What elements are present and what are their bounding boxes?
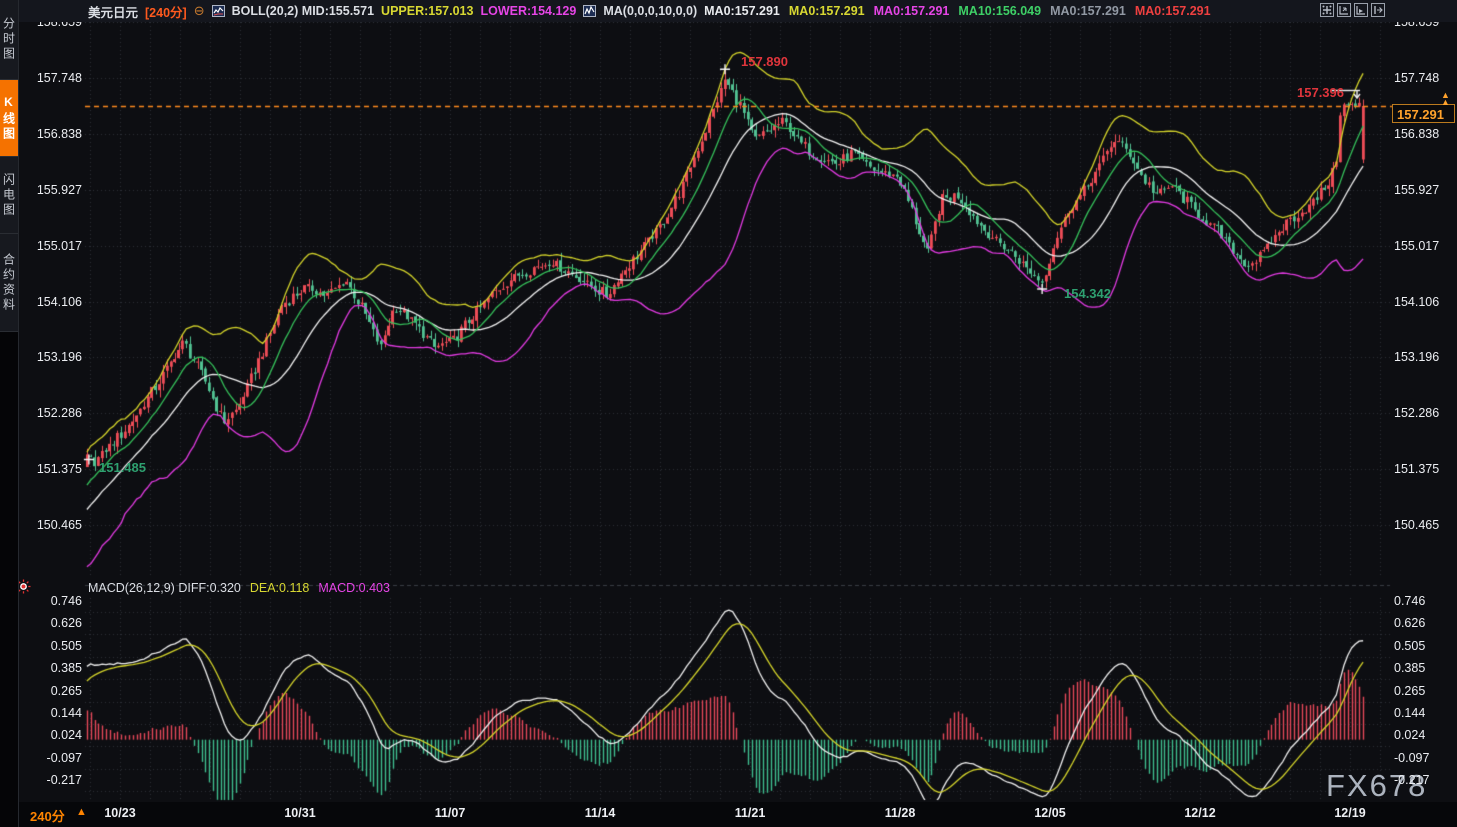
macd-tick-right: 0.024: [1394, 728, 1425, 742]
macd-name: MACD(26,12,9) DIFF:0.320: [88, 581, 241, 595]
price-tick-left: 152.286: [20, 406, 82, 420]
price-tick-left: 157.748: [20, 71, 82, 85]
annotation-start-low: 151.485: [99, 460, 146, 475]
price-tick-right: 152.286: [1394, 406, 1439, 420]
macd-tick-left: 0.265: [20, 684, 82, 698]
ma-value-4: MA10:156.049: [958, 4, 1041, 18]
sidebar: 分时图K线图闪电图合约资料: [0, 0, 19, 827]
macd-tick-left: -0.217: [20, 773, 82, 787]
macd-tick-left: 0.505: [20, 639, 82, 653]
macd-tick-right: 0.265: [1394, 684, 1425, 698]
price-tick-right: 154.106: [1394, 295, 1439, 309]
chart-header: 美元日元 [240分] ⊖ BOLL(20,2) MID:155.571 UPP…: [18, 0, 1457, 22]
date-tick: 11/28: [885, 806, 916, 820]
annotation-last-high: 157.396: [1297, 85, 1344, 100]
macd-tick-right: -0.097: [1394, 751, 1429, 765]
footer-period-label[interactable]: 240分: [30, 806, 65, 825]
ma-indicator-icon[interactable]: [583, 5, 596, 17]
sidebar-tab-1[interactable]: 分时图: [0, 0, 18, 80]
price-tick-left: 153.196: [20, 350, 82, 364]
sidebar-tab-2[interactable]: K线图: [0, 80, 18, 157]
macd-header: MACD(26,12,9) DIFF:0.320 DEA:0.118 MACD:…: [88, 581, 390, 595]
date-tick: 11/07: [435, 806, 466, 820]
macd-tick-left: 0.385: [20, 661, 82, 675]
macd-tick-left: 0.746: [20, 594, 82, 608]
ma-value-1: MA0:157.291: [704, 4, 780, 18]
date-tick: 10/31: [284, 806, 315, 820]
price-alert-icon: ▲▲: [1441, 92, 1450, 106]
macd-hist-value: MACD:0.403: [318, 581, 390, 595]
ma-value-3: MA0:157.291: [874, 4, 950, 18]
ma-group-label: MA(0,0,0,10,0,0): [603, 4, 697, 18]
period-label: [240分]: [145, 2, 187, 21]
date-tick: 11/14: [585, 806, 616, 820]
sidebar-tab-4[interactable]: 合约资料: [0, 234, 18, 332]
sidebar-tab-3[interactable]: 闪电图: [0, 157, 18, 234]
ma-value-5: MA0:157.291: [1050, 4, 1126, 18]
window-controls: [1320, 3, 1385, 17]
price-tick-right: 150.465: [1394, 518, 1439, 532]
boll-indicator-icon[interactable]: [212, 5, 225, 17]
macd-tick-left: -0.097: [20, 751, 82, 765]
macd-tick-left: 0.144: [20, 706, 82, 720]
annotation-trough-low: 154.342: [1064, 286, 1111, 301]
boll-label: BOLL(20,2) MID:155.571: [232, 4, 374, 18]
price-tick-left: 155.017: [20, 239, 82, 253]
macd-tick-left: 0.024: [20, 728, 82, 742]
ma-value-6: MA0:157.291: [1135, 4, 1211, 18]
price-tick-right: 156.838: [1394, 127, 1439, 141]
pan-right-icon[interactable]: [1371, 3, 1385, 17]
fit-horizontal-icon[interactable]: [1354, 3, 1368, 17]
price-tick-left: 151.375: [20, 462, 82, 476]
price-tick-left: 150.465: [20, 518, 82, 532]
macd-tick-right: -0.217: [1394, 773, 1429, 787]
fit-vertical-icon[interactable]: [1337, 3, 1351, 17]
trading-app: 分时图K线图闪电图合约资料 美元日元 [240分] ⊖ BOLL(20,2) M…: [0, 0, 1457, 827]
collapse-icon[interactable]: ⊖: [194, 3, 205, 19]
macd-tick-right: 0.626: [1394, 616, 1425, 630]
layout-grid-icon[interactable]: [1320, 3, 1334, 17]
date-tick: 12/05: [1034, 806, 1065, 820]
annotation-peak-high: 157.890: [741, 54, 788, 69]
price-tick-right: 155.017: [1394, 239, 1439, 253]
footer-period-arrow[interactable]: ▲: [76, 806, 87, 818]
price-tick-left: 156.838: [20, 127, 82, 141]
price-tick-left: 154.106: [20, 295, 82, 309]
macd-tick-right: 0.505: [1394, 639, 1425, 653]
chart-canvas[interactable]: [0, 0, 1457, 827]
price-tick-right: 155.927: [1394, 183, 1439, 197]
price-tick-left: 155.927: [20, 183, 82, 197]
macd-dea-value: DEA:0.118: [250, 581, 310, 595]
ma-value-2: MA0:157.291: [789, 4, 865, 18]
ma-values: MA0:157.291 MA0:157.291 MA0:157.291 MA10:15…: [704, 4, 1210, 18]
macd-tick-right: 0.746: [1394, 594, 1425, 608]
price-tick-right: 151.375: [1394, 462, 1439, 476]
date-tick: 12/19: [1334, 806, 1365, 820]
date-tick: 12/12: [1184, 806, 1215, 820]
date-tick: 11/21: [735, 806, 766, 820]
macd-tick-left: 0.626: [20, 616, 82, 630]
price-tick-right: 153.196: [1394, 350, 1439, 364]
macd-tick-right: 0.385: [1394, 661, 1425, 675]
boll-upper-value: UPPER:157.013: [381, 4, 473, 18]
price-tick-right: 157.748: [1394, 71, 1439, 85]
boll-lower-value: LOWER:154.129: [480, 4, 576, 18]
date-tick: 10/23: [104, 806, 135, 820]
symbol-title: 美元日元: [88, 2, 138, 21]
macd-tick-right: 0.144: [1394, 706, 1425, 720]
